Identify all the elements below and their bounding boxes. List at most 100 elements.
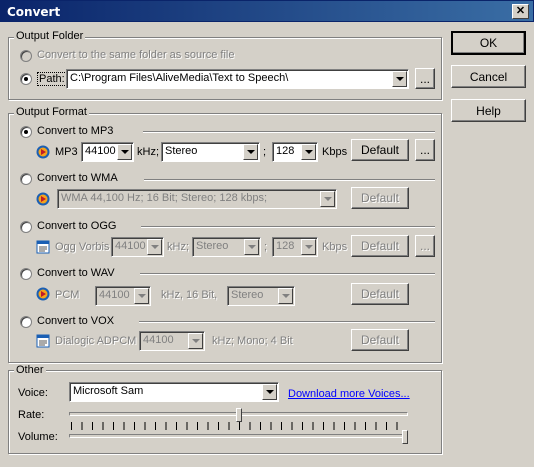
wav-default-button[interactable]: Default: [351, 283, 409, 305]
wav-default-label: Default: [360, 287, 400, 301]
mp3-separator: ;: [263, 146, 267, 158]
ogg-samplerate-select[interactable]: 44100: [111, 237, 164, 257]
wav-samplerate-select[interactable]: 44100: [95, 286, 151, 306]
chevron-down-icon[interactable]: [301, 144, 316, 160]
vox-radio-label: Convert to VOX: [37, 315, 115, 327]
mp3-samplerate-select[interactable]: 44100: [81, 142, 134, 162]
vox-info-label: kHz; Mono; 4 Bit: [212, 335, 293, 347]
mp3-channels-value: Stereo: [165, 145, 198, 157]
wav-codec-icon: [36, 287, 50, 301]
wma-profile-value: WMA 44,100 Hz; 16 Bit; Stereo; 128 kbps;: [61, 192, 268, 204]
ogg-options-button[interactable]: ...: [415, 235, 435, 257]
vox-samplerate-select[interactable]: 44100: [139, 331, 205, 351]
chevron-down-icon[interactable]: [301, 239, 316, 255]
wav-channels-select[interactable]: Stereo: [227, 286, 295, 306]
chevron-down-icon[interactable]: [392, 71, 407, 87]
volume-label: Volume:: [18, 431, 58, 443]
volume-slider-ticks: [71, 426, 407, 430]
wma-profile-select[interactable]: WMA 44,100 Hz; 16 Bit; Stereo; 128 kbps;: [57, 189, 337, 209]
mp3-bitrate-select[interactable]: 128: [272, 142, 318, 162]
output-folder-label: Output Folder: [14, 30, 86, 42]
vox-codec-label: Dialogic ADPCM: [55, 335, 137, 347]
path-label: Path:: [37, 72, 67, 86]
output-format-label: Output Format: [14, 106, 89, 118]
wav-channels-value: Stereo: [231, 289, 264, 301]
cancel-button[interactable]: Cancel: [451, 65, 526, 88]
chevron-down-icon[interactable]: [320, 191, 335, 207]
rate-slider-thumb[interactable]: [236, 408, 242, 422]
volume-slider[interactable]: [69, 426, 408, 446]
voice-label: Voice:: [18, 387, 48, 399]
wma-codec-icon: [36, 192, 50, 206]
same-folder-label: Convert to the same folder as source fil…: [37, 49, 235, 61]
path-combobox[interactable]: C:\Program Files\AliveMedia\Text to Spee…: [66, 69, 409, 89]
volume-slider-thumb[interactable]: [402, 430, 408, 444]
divider: [141, 226, 435, 228]
mp3-codec-icon: [36, 145, 50, 159]
chevron-down-icon[interactable]: [147, 239, 162, 255]
vox-default-label: Default: [360, 333, 400, 347]
help-button[interactable]: Help: [451, 99, 526, 122]
mp3-channels-select[interactable]: Stereo: [161, 142, 260, 162]
volume-slider-track: [69, 434, 408, 438]
vox-samplerate-value: 44100: [143, 334, 174, 346]
chevron-down-icon[interactable]: [244, 239, 259, 255]
close-button[interactable]: ✕: [512, 4, 529, 19]
mp3-khz-label: kHz;: [137, 146, 159, 158]
browse-folder-button[interactable]: ...: [415, 68, 435, 89]
ogg-codec-icon: [36, 240, 50, 254]
ok-button[interactable]: OK: [451, 31, 526, 55]
voice-select[interactable]: Microsoft Sam: [69, 382, 279, 402]
vox-default-button[interactable]: Default: [351, 329, 409, 351]
chevron-down-icon[interactable]: [134, 288, 149, 304]
ogg-separator: ;: [264, 241, 268, 253]
ogg-default-button[interactable]: Default: [351, 235, 409, 257]
ogg-bitrate-value: 128: [276, 240, 295, 252]
ogg-bitrate-select[interactable]: 128: [272, 237, 318, 257]
path-value: C:\Program Files\AliveMedia\Text to Spee…: [70, 72, 289, 84]
divider: [144, 179, 435, 181]
wma-radio-label: Convert to WMA: [37, 172, 118, 184]
voice-value: Microsoft Sam: [73, 385, 144, 397]
ogg-khz-label: kHz;: [167, 241, 189, 253]
rate-label: Rate:: [18, 409, 45, 421]
wma-default-button[interactable]: Default: [351, 187, 409, 209]
mp3-samplerate-value: 44100: [85, 145, 116, 157]
ogg-kbps-label: Kbps: [322, 241, 348, 253]
wav-samplerate-value: 44100: [99, 289, 130, 301]
ogg-codec-label: Ogg Vorbis: [55, 241, 110, 253]
same-folder-radio[interactable]: [20, 50, 32, 62]
mp3-options-button[interactable]: ...: [415, 139, 435, 161]
rate-slider[interactable]: [69, 408, 408, 428]
ok-label: OK: [479, 36, 498, 50]
browse-label: ...: [419, 71, 430, 86]
mp3-options-label: ...: [419, 143, 430, 157]
mp3-default-label: Default: [360, 143, 400, 157]
wav-radio[interactable]: [20, 268, 32, 280]
path-radio[interactable]: [20, 73, 32, 85]
ogg-samplerate-value: 44100: [115, 240, 146, 252]
help-label: Help: [476, 103, 501, 118]
ogg-channels-select[interactable]: Stereo: [192, 237, 261, 257]
chevron-down-icon[interactable]: [117, 144, 132, 160]
mp3-radio[interactable]: [20, 126, 32, 138]
chevron-down-icon[interactable]: [262, 384, 277, 400]
title-bar: Convert ✕: [0, 0, 534, 22]
divider: [143, 131, 435, 133]
ogg-radio[interactable]: [20, 221, 32, 233]
cancel-label: Cancel: [469, 69, 508, 84]
wav-codec-label: PCM: [55, 289, 80, 301]
download-voices-link[interactable]: Download more Voices...: [288, 388, 410, 400]
mp3-radio-label: Convert to MP3: [37, 125, 114, 137]
mp3-default-button[interactable]: Default: [351, 139, 409, 161]
window-title: Convert: [7, 5, 61, 19]
chevron-down-icon[interactable]: [188, 333, 203, 349]
ogg-radio-label: Convert to OGG: [37, 220, 117, 232]
wma-radio[interactable]: [20, 173, 32, 185]
ogg-default-label: Default: [360, 239, 400, 253]
vox-radio[interactable]: [20, 316, 32, 328]
chevron-down-icon[interactable]: [243, 144, 258, 160]
wav-info-label: kHz, 16 Bit,: [161, 289, 218, 301]
chevron-down-icon[interactable]: [278, 288, 293, 304]
ogg-channels-value: Stereo: [196, 240, 229, 252]
